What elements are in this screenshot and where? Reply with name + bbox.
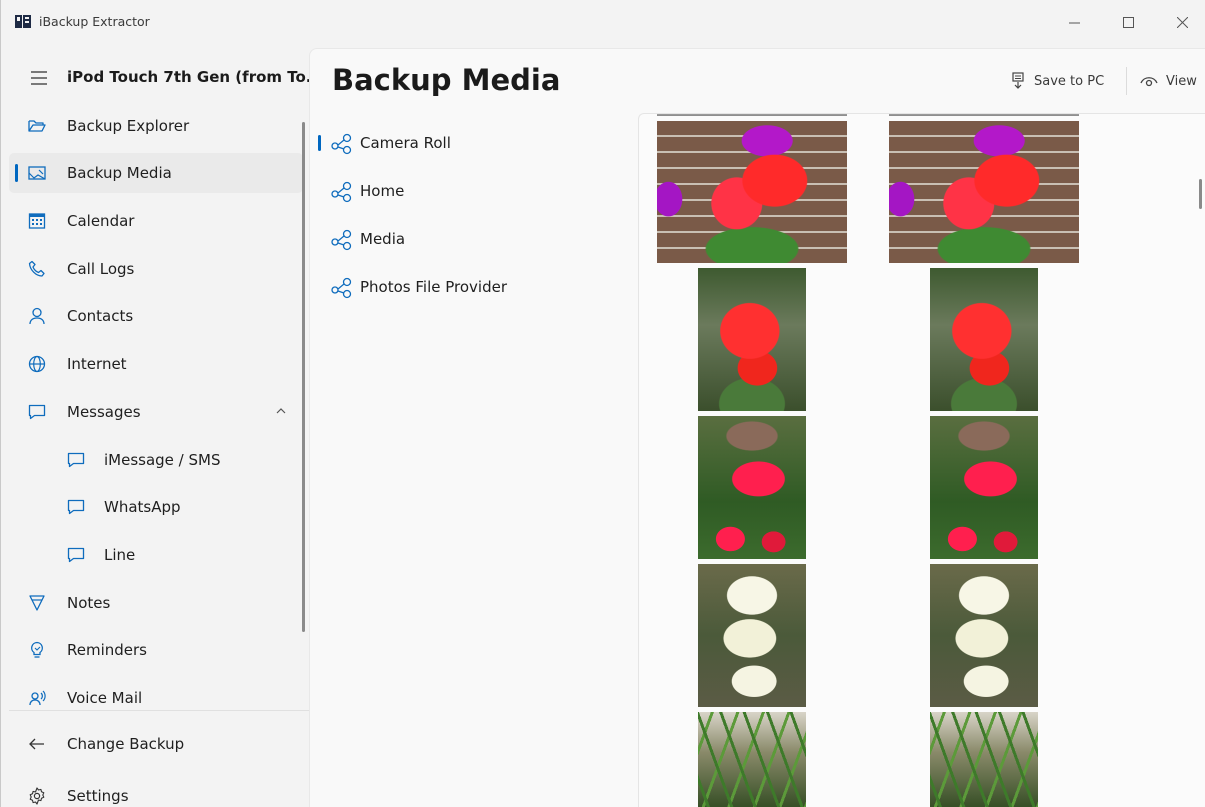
photo-thumbnail[interactable]: [889, 114, 1079, 116]
sidebar-item-label: Settings: [67, 787, 129, 805]
chat-icon: [67, 547, 85, 563]
page-title: Backup Media: [332, 63, 561, 97]
sidebar-item-label: Line: [104, 546, 136, 564]
image-icon: [28, 166, 46, 180]
device-title: iPod Touch 7th Gen (from To...: [67, 68, 323, 86]
maximize-icon: [1122, 16, 1134, 28]
selection-indicator: [318, 135, 321, 151]
sidebar-item-label: Backup Media: [67, 164, 172, 182]
sidebar-item-calendar[interactable]: Calendar: [9, 201, 303, 241]
main-content: Backup Media Save to PC View Camera Roll…: [309, 48, 1205, 807]
sidebar-item-line[interactable]: Line: [9, 535, 303, 575]
photo-thumbnail[interactable]: [930, 564, 1038, 707]
photo-grid-scrollbar[interactable]: [1199, 179, 1202, 209]
sidebar-item-backup-media[interactable]: Backup Media: [9, 153, 303, 193]
sidebar-item-whatsapp[interactable]: WhatsApp: [9, 487, 303, 527]
chat-icon: [67, 452, 85, 468]
view-label: View: [1166, 73, 1197, 89]
calendar-icon: [28, 213, 46, 229]
hamburger-menu-icon[interactable]: [31, 71, 49, 85]
album-share-icon: [331, 133, 352, 155]
voicemail-icon: [29, 690, 46, 706]
sidebar-item-label: Notes: [67, 594, 111, 612]
save-to-pc-label: Save to PC: [1034, 73, 1105, 89]
sidebar-item-reminders[interactable]: Reminders: [9, 630, 303, 670]
minimize-icon: [1068, 22, 1080, 23]
gear-icon: [29, 787, 45, 805]
photo-thumbnail[interactable]: [698, 564, 806, 707]
save-to-pc-icon: [1012, 72, 1024, 89]
photo-thumbnail[interactable]: [889, 121, 1079, 263]
sidebar-item-settings[interactable]: Settings: [9, 776, 303, 807]
sidebar-item-imessage-sms[interactable]: iMessage / SMS: [9, 440, 303, 480]
arrow-left-icon: [29, 738, 44, 750]
minimize-button[interactable]: [1051, 8, 1097, 36]
person-icon: [29, 307, 45, 325]
ibackup-app-icon: [15, 15, 31, 28]
sidebar-item-backup-explorer[interactable]: Backup Explorer: [9, 106, 303, 146]
sidebar-item-label: Reminders: [67, 641, 147, 659]
sidebar-item-call-logs[interactable]: Call Logs: [9, 249, 303, 289]
album-item-home[interactable]: Home: [318, 173, 628, 209]
folder-open-icon: [28, 120, 46, 132]
album-label: Photos File Provider: [360, 278, 507, 296]
album-share-icon: [331, 277, 352, 299]
album-item-camera-roll[interactable]: Camera Roll: [318, 125, 628, 161]
app-window: iBackup Extractor iPod Touch 7th Gen (fr…: [0, 0, 1205, 807]
sidebar-item-label: Voice Mail: [67, 689, 143, 707]
sidebar-item-label: Internet: [67, 355, 127, 373]
album-share-icon: [331, 229, 352, 251]
album-item-media[interactable]: Media: [318, 221, 628, 257]
eye-icon: [1140, 77, 1158, 87]
photo-thumbnail[interactable]: [930, 712, 1038, 807]
sidebar-item-contacts[interactable]: Contacts: [9, 296, 303, 336]
phone-icon: [28, 260, 45, 277]
lightbulb-icon: [31, 641, 43, 658]
sidebar-item-label: WhatsApp: [104, 498, 181, 516]
album-label: Home: [360, 182, 405, 200]
sidebar-item-internet[interactable]: Internet: [9, 344, 303, 384]
sidebar-item-change-backup[interactable]: Change Backup: [9, 724, 303, 764]
photo-thumbnail[interactable]: [657, 121, 847, 263]
photo-thumbnail[interactable]: [930, 416, 1038, 559]
sidebar-item-messages[interactable]: Messages: [9, 392, 303, 432]
notes-icon: [29, 595, 45, 611]
close-icon: [1176, 16, 1188, 28]
app-title: iBackup Extractor: [39, 14, 150, 29]
save-to-pc-button[interactable]: Save to PC: [1010, 67, 1104, 95]
sidebar-item-label: Contacts: [67, 307, 134, 325]
selection-indicator: [15, 164, 18, 182]
chat-icon: [67, 499, 85, 515]
album-item-photos-file-provider[interactable]: Photos File Provider: [318, 269, 628, 305]
sidebar-item-label: Call Logs: [67, 260, 135, 278]
sidebar-item-label: Messages: [67, 403, 141, 421]
photo-thumbnail[interactable]: [657, 114, 847, 116]
globe-icon: [28, 355, 46, 373]
close-button[interactable]: [1159, 8, 1205, 36]
photo-thumbnail[interactable]: [698, 416, 806, 559]
photo-thumbnail[interactable]: [698, 712, 806, 807]
view-button[interactable]: View: [1140, 67, 1197, 95]
sidebar-item-label: Backup Explorer: [67, 117, 190, 135]
toolbar-separator: [1126, 67, 1127, 95]
photo-grid: [638, 113, 1205, 807]
sidebar-item-notes[interactable]: Notes: [9, 583, 303, 623]
photo-thumbnail[interactable]: [930, 268, 1038, 411]
album-share-icon: [331, 181, 352, 203]
sidebar-item-label: Calendar: [67, 212, 135, 230]
chat-icon: [28, 404, 46, 420]
chevron-up-icon[interactable]: [275, 406, 287, 416]
sidebar-divider: [9, 710, 309, 711]
album-label: Camera Roll: [360, 134, 451, 152]
sidebar-item-label: Change Backup: [67, 735, 185, 753]
maximize-button[interactable]: [1105, 8, 1151, 36]
sidebar-item-voice-mail[interactable]: Voice Mail: [9, 678, 303, 718]
sidebar-scrollbar[interactable]: [302, 122, 305, 632]
title-bar: iBackup Extractor: [1, 0, 1205, 44]
photo-thumbnail[interactable]: [698, 268, 806, 411]
sidebar-item-label: iMessage / SMS: [104, 451, 221, 469]
album-label: Media: [360, 230, 406, 248]
album-list: Camera Roll Home Media Photos File Provi…: [310, 121, 640, 807]
